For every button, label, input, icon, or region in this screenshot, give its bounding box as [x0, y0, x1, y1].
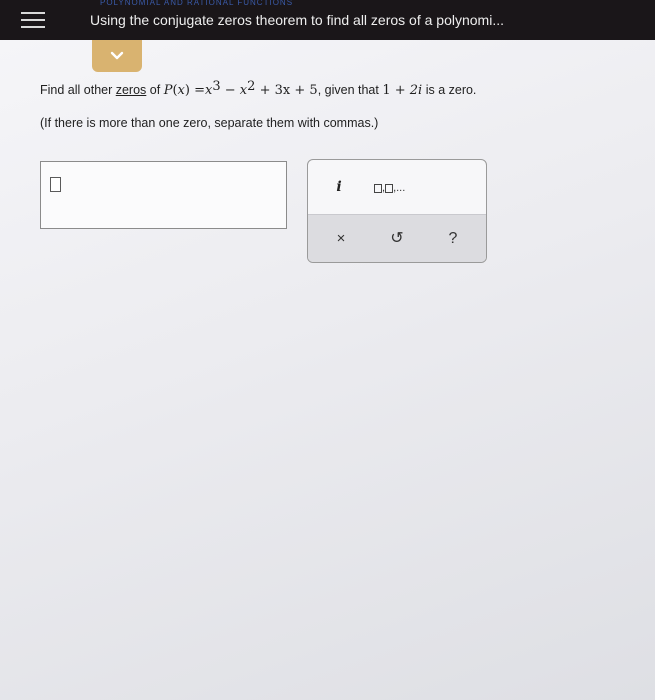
keypad-bottom-row: × ↺ ?: [308, 214, 486, 262]
answer-input[interactable]: [40, 161, 287, 229]
placeholder-box-icon: [385, 183, 394, 193]
menu-line: [21, 26, 45, 28]
question-part: , given that: [317, 83, 383, 97]
math-keypad: i ,,... × ↺ ?: [307, 159, 487, 263]
question-text: Find all other zeros of P(x) =x3 − x2 + …: [40, 79, 477, 98]
instruction-text: (If there is more than one zero, separat…: [40, 116, 379, 130]
menu-line: [21, 19, 45, 21]
chevron-down-icon: [110, 51, 124, 60]
math-3x: 3x: [274, 83, 291, 98]
imaginary-i-key[interactable]: i: [330, 176, 348, 198]
breadcrumb: POLYNOMIAL AND RATIONAL FUNCTIONS: [100, 0, 294, 6]
math-minus: −: [224, 83, 236, 98]
math-1: 1: [382, 83, 391, 98]
clear-button[interactable]: ×: [329, 228, 353, 250]
math-5: 5: [309, 83, 318, 98]
question-part: of: [146, 83, 164, 97]
math-plus: +: [294, 83, 306, 98]
exponent-3: 3: [212, 79, 221, 94]
math-plus: +: [259, 83, 271, 98]
math-2i: 2i: [409, 83, 423, 98]
top-bar: POLYNOMIAL AND RATIONAL FUNCTIONS Using …: [0, 0, 655, 40]
placeholder-box-icon: [374, 183, 382, 193]
question-part: is a zero.: [422, 83, 477, 97]
list-key-dots: ...: [396, 182, 406, 194]
menu-icon[interactable]: [0, 0, 66, 40]
zeros-link[interactable]: zeros: [116, 83, 147, 97]
undo-button[interactable]: ↺: [385, 228, 409, 250]
help-button[interactable]: ?: [441, 228, 465, 250]
exponent-2: 2: [247, 79, 256, 94]
list-key[interactable]: ,,...: [374, 179, 422, 197]
menu-line: [21, 12, 45, 14]
input-cursor-box: [50, 177, 61, 192]
math-x: x: [177, 83, 185, 98]
collapse-button[interactable]: [92, 40, 142, 72]
page-title: Using the conjugate zeros theorem to fin…: [90, 12, 504, 28]
math-equals: =: [194, 83, 205, 98]
keypad-top-row: i ,,...: [308, 160, 486, 214]
math-plus: +: [394, 83, 406, 98]
question-part: Find all other: [40, 83, 116, 97]
